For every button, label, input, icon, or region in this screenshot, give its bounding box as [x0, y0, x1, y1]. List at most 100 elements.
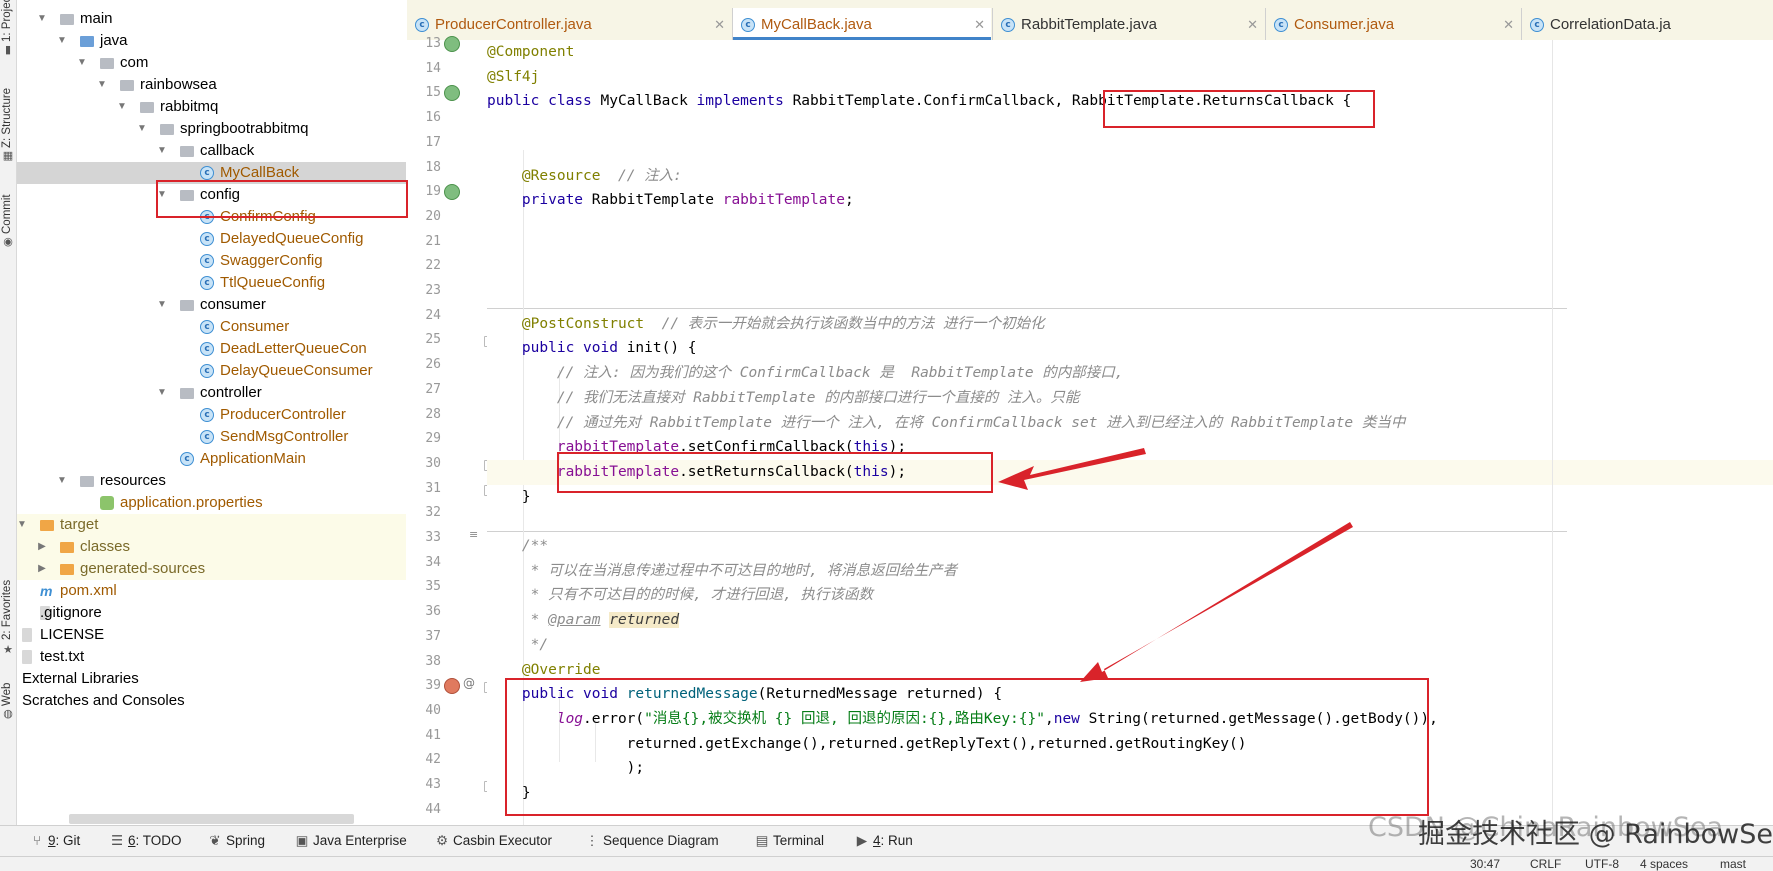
tree-item-test-txt[interactable]: test.txt	[17, 646, 406, 668]
tool-button-terminal[interactable]: ▤ Terminal	[755, 826, 824, 856]
tree-item-resources[interactable]: ▼ resources	[17, 470, 406, 492]
tab-rabbittemplate[interactable]: c RabbitTemplate.java ✕	[993, 8, 1264, 40]
tool-button-todo[interactable]: ☰ 6: TODO	[110, 826, 182, 856]
tree-horizontal-scrollbar[interactable]	[69, 814, 354, 824]
tool-shortcut-number: 6	[128, 833, 136, 848]
expand-arrow-icon[interactable]: ▼	[35, 8, 49, 30]
tree-item-producercontroller[interactable]: c ProducerController	[17, 404, 406, 426]
text-file-icon	[22, 650, 32, 664]
line-number: 21	[425, 233, 441, 249]
tree-item-rainbowsea[interactable]: ▼ rainbowsea	[17, 74, 406, 96]
line-number: 23	[425, 283, 441, 298]
tree-item-consumer-package[interactable]: ▼ consumer	[17, 294, 406, 316]
structure-tool-button[interactable]: Z: Structure	[1, 78, 15, 148]
tab-mycallback[interactable]: c MyCallBack.java ✕	[733, 8, 991, 40]
tree-item-consumer[interactable]: c Consumer	[17, 316, 406, 338]
class-icon: c	[1274, 18, 1288, 32]
tool-button-spring[interactable]: ❦ Spring	[208, 826, 265, 856]
line-number: 20	[425, 208, 441, 224]
tree-item-label: SwaggerConfig	[220, 252, 323, 269]
expand-arrow-icon[interactable]: ▼	[75, 52, 89, 74]
tree-item-rabbitmq[interactable]: ▼ rabbitmq	[17, 96, 406, 118]
tree-item-controller[interactable]: ▼ controller	[17, 382, 406, 404]
editor-tab-bar: c ProducerController.java ✕ c MyCallBack…	[407, 0, 1773, 41]
web-tool-button[interactable]: Web	[1, 676, 15, 706]
tree-item-deadletterqueueconsumer[interactable]: c DeadLetterQueueCon	[17, 338, 406, 360]
expand-arrow-icon[interactable]: ▼	[95, 74, 109, 96]
status-position[interactable]: 30:47	[1470, 857, 1500, 871]
expand-arrow-icon[interactable]: ▼	[55, 470, 69, 492]
tab-consumer[interactable]: c Consumer.java ✕	[1266, 8, 1520, 40]
close-icon[interactable]: ✕	[714, 8, 725, 42]
class-icon: c	[1530, 18, 1544, 32]
spring-bean-icon[interactable]	[444, 85, 460, 102]
doc-render-icon[interactable]: ≡	[469, 528, 478, 541]
tab-producercontroller[interactable]: c ProducerController.java ✕	[407, 8, 731, 40]
line-number: 18	[425, 159, 441, 175]
tree-item-label: generated-sources	[80, 560, 206, 577]
tree-item-label: DelayedQueueConfig	[220, 230, 364, 247]
tree-item-external-libraries[interactable]: External Libraries	[17, 668, 406, 690]
tree-item-callback[interactable]: ▼ callback	[17, 140, 406, 162]
favorites-tool-button[interactable]: 2: Favorites	[1, 572, 15, 640]
close-icon[interactable]: ✕	[974, 8, 985, 42]
expand-arrow-icon[interactable]: ▼	[155, 294, 169, 316]
tree-item-generated-sources[interactable]: ▶ generated-sources	[17, 558, 406, 580]
close-icon[interactable]: ✕	[1247, 8, 1258, 42]
tree-item-java[interactable]: ▼ java	[17, 30, 406, 52]
tree-item-license[interactable]: LICENSE	[17, 624, 406, 646]
tree-item-swaggerconfig[interactable]: c SwaggerConfig	[17, 250, 406, 272]
line-number: 40	[425, 702, 441, 718]
tree-item-com[interactable]: ▼ com	[17, 52, 406, 74]
tab-correlationdata[interactable]: c CorrelationData.ja	[1522, 8, 1773, 40]
tool-button-git[interactable]: ⑂ 9: Git	[30, 826, 80, 856]
override-method-icon[interactable]	[444, 678, 460, 695]
line-number: 42	[425, 752, 441, 768]
globe-icon: ◍	[3, 707, 13, 720]
status-branch[interactable]: mast	[1720, 857, 1746, 871]
spring-bean-icon[interactable]	[444, 36, 460, 52]
properties-file-icon	[100, 496, 114, 510]
tool-button-casbin-executor[interactable]: ⚙ Casbin Executor	[435, 826, 552, 856]
status-line-sep[interactable]: CRLF	[1530, 857, 1561, 871]
tree-item-main[interactable]: ▼ main	[17, 8, 406, 30]
code-line-33: /**	[487, 538, 549, 554]
line-number: 24	[425, 307, 441, 323]
collapse-arrow-icon[interactable]: ▶	[35, 536, 49, 558]
tree-item-delayqueueconsumer[interactable]: c DelayQueueConsumer	[17, 360, 406, 382]
close-icon[interactable]: ✕	[1503, 8, 1514, 42]
tree-item-scratches[interactable]: Scratches and Consoles	[17, 690, 406, 712]
tool-button-java-enterprise[interactable]: ▣ Java Enterprise	[295, 826, 407, 856]
tool-button-run[interactable]: ▶ 4: Run	[855, 826, 913, 856]
collapse-arrow-icon[interactable]: ▶	[35, 558, 49, 580]
line-number: 28	[425, 406, 441, 422]
project-tool-button[interactable]: 1: Project	[1, 0, 15, 42]
tree-item-label: External Libraries	[22, 670, 139, 687]
tree-item-target[interactable]: ▼ target	[17, 514, 406, 536]
spring-bean-icon[interactable]	[444, 184, 460, 201]
tree-item-springbootrabbitmq[interactable]: ▼ springbootrabbitmq	[17, 118, 406, 140]
tree-item-label: com	[120, 54, 149, 71]
tree-item-pom-xml[interactable]: m pom.xml	[17, 580, 406, 602]
status-encoding[interactable]: UTF-8	[1585, 857, 1619, 871]
status-indent[interactable]: 4 spaces	[1640, 857, 1688, 871]
tool-label: : TODO	[135, 833, 182, 848]
tree-item-label: resources	[100, 472, 166, 489]
commit-tool-button[interactable]: Commit	[1, 186, 15, 234]
tree-item-sendmsgcontroller[interactable]: c SendMsgController	[17, 426, 406, 448]
tree-item-applicationmain[interactable]: c ApplicationMain	[17, 448, 406, 470]
expand-arrow-icon[interactable]: ▼	[155, 140, 169, 162]
expand-arrow-icon[interactable]: ▼	[135, 118, 149, 140]
expand-arrow-icon[interactable]: ▼	[55, 30, 69, 52]
tree-item-classes[interactable]: ▶ classes	[17, 536, 406, 558]
tree-item-gitignore[interactable]: .gitignore	[17, 602, 406, 624]
expand-arrow-icon[interactable]: ▼	[17, 514, 29, 536]
line-number: 16	[425, 110, 441, 126]
tree-item-delayedqueueconfig[interactable]: c DelayedQueueConfig	[17, 228, 406, 250]
method-separator	[487, 308, 1567, 309]
expand-arrow-icon[interactable]: ▼	[155, 382, 169, 404]
tool-button-sequence-diagram[interactable]: ⋮ Sequence Diagram	[585, 826, 718, 856]
tree-item-application-properties[interactable]: application.properties	[17, 492, 406, 514]
tree-item-ttlqueueconfig[interactable]: c TtlQueueConfig	[17, 272, 406, 294]
expand-arrow-icon[interactable]: ▼	[115, 96, 129, 118]
